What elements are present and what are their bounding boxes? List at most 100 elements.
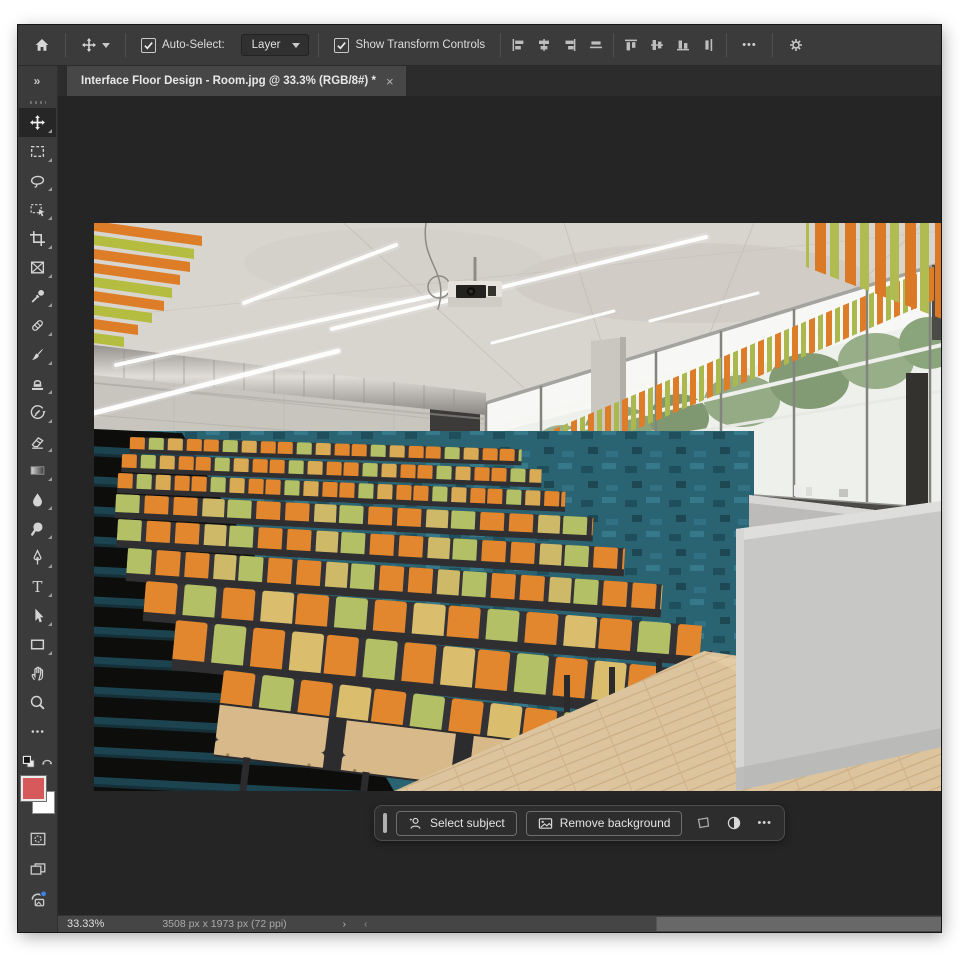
swap-colors-icon[interactable] xyxy=(40,755,54,769)
sync-updates-button[interactable] xyxy=(19,884,56,914)
status-expand-icon[interactable]: › xyxy=(343,919,346,930)
quick-mask-button[interactable] xyxy=(19,824,56,854)
photo-podium xyxy=(736,485,941,791)
zoom-level-field[interactable]: 33.33% xyxy=(67,918,104,930)
select-subject-label: Select subject xyxy=(430,816,505,830)
person-icon xyxy=(408,816,423,831)
tool-spot-healing-brush[interactable] xyxy=(19,311,56,340)
toolbar-expand-button[interactable]: » xyxy=(18,66,58,96)
eraser-tool-icon xyxy=(29,433,46,450)
close-tab-icon[interactable]: × xyxy=(386,74,394,89)
color-swatches xyxy=(21,776,55,816)
tool-clone-stamp[interactable] xyxy=(19,369,56,398)
tool-pen[interactable] xyxy=(19,543,56,572)
distribute-vertical-centers-icon[interactable] xyxy=(701,37,717,53)
auto-select-target-dropdown[interactable]: Layer xyxy=(241,34,310,56)
separator xyxy=(65,33,66,57)
tool-path-selection[interactable] xyxy=(19,601,56,630)
gear-icon xyxy=(788,37,804,53)
tool-rectangular-marquee[interactable] xyxy=(19,137,56,166)
align-buttons-group xyxy=(510,37,604,53)
move-tool-preset[interactable] xyxy=(75,30,116,60)
document-tab-strip: Interface Floor Design - Room.jpg @ 33.3… xyxy=(58,66,941,96)
distribute-horizontal-centers-icon[interactable] xyxy=(588,37,604,53)
foreground-color-swatch[interactable] xyxy=(21,776,46,801)
separator xyxy=(726,33,727,57)
screen-mode-button[interactable] xyxy=(19,854,56,884)
tool-brush[interactable] xyxy=(19,340,56,369)
auto-select-label: Auto-Select: xyxy=(162,39,225,51)
clone-stamp-tool-icon xyxy=(29,375,46,392)
contextual-task-bar: Select subject Remove background xyxy=(374,805,785,841)
auto-select-checkbox[interactable]: Auto-Select: xyxy=(135,30,231,60)
default-colors-icon[interactable] xyxy=(22,755,37,770)
move-tool-icon xyxy=(29,114,46,131)
tool-zoom[interactable] xyxy=(19,688,56,717)
separator xyxy=(318,33,319,57)
tool-dodge[interactable] xyxy=(19,514,56,543)
tool-edit-toolbar[interactable] xyxy=(19,717,56,746)
tool-lasso[interactable] xyxy=(19,166,56,195)
status-collapse-icon[interactable]: ‹ xyxy=(364,919,367,930)
show-transform-checkbox[interactable]: Show Transform Controls xyxy=(328,30,491,60)
align-left-edges-icon[interactable] xyxy=(510,37,526,53)
history-brush-tool-icon xyxy=(29,404,46,421)
align-top-edges-icon[interactable] xyxy=(623,37,639,53)
chevron-down-icon xyxy=(102,43,110,48)
tool-gradient[interactable] xyxy=(19,456,56,485)
document-canvas-area[interactable]: Select subject Remove background xyxy=(58,96,941,915)
image-icon xyxy=(538,816,553,831)
align-vertical-centers-icon[interactable] xyxy=(649,37,665,53)
document-tab[interactable]: Interface Floor Design - Room.jpg @ 33.3… xyxy=(67,66,406,96)
align-buttons-group-2 xyxy=(623,37,717,53)
adjustments-contrast-icon[interactable] xyxy=(726,815,742,831)
remove-background-label: Remove background xyxy=(560,816,671,830)
document-title: Interface Floor Design - Room.jpg @ 33.3… xyxy=(81,75,376,87)
show-transform-label: Show Transform Controls xyxy=(355,39,485,51)
tool-hand[interactable] xyxy=(19,659,56,688)
tool-move[interactable] xyxy=(19,108,56,137)
checkbox-checked-icon xyxy=(334,38,349,53)
panel-grip-icon[interactable] xyxy=(30,101,46,104)
separator xyxy=(772,33,773,57)
tool-blur[interactable] xyxy=(19,485,56,514)
quick-mask-icon xyxy=(29,830,47,848)
tool-crop[interactable] xyxy=(19,224,56,253)
home-button[interactable] xyxy=(28,30,56,60)
tool-eraser[interactable] xyxy=(19,427,56,456)
tool-type[interactable]: T xyxy=(19,572,56,601)
photoshop-window: Auto-Select: Layer Show Transform Contro… xyxy=(18,25,941,932)
tool-frame[interactable] xyxy=(19,253,56,282)
align-right-edges-icon[interactable] xyxy=(562,37,578,53)
more-options-button[interactable]: ••• xyxy=(736,30,763,60)
workspace-settings-button[interactable] xyxy=(782,30,810,60)
double-chevron-icon: » xyxy=(34,74,42,88)
zoom-tool-icon xyxy=(29,694,46,711)
svg-text:T: T xyxy=(33,578,43,595)
tool-history-brush[interactable] xyxy=(19,398,56,427)
tool-eyedropper[interactable] xyxy=(19,282,56,311)
pen-tool-icon xyxy=(29,549,46,566)
type-tool-icon: T xyxy=(29,578,46,595)
document-size-readout: 3508 px x 1973 px (72 ppi) xyxy=(162,918,286,930)
tool-object-selection[interactable] xyxy=(19,195,56,224)
document-canvas-photo[interactable] xyxy=(94,223,941,791)
tool-rectangle[interactable] xyxy=(19,630,56,659)
frame-tool-icon xyxy=(29,259,46,276)
hand-tool-icon xyxy=(29,665,46,682)
taskbar-more-button[interactable]: ••• xyxy=(757,817,772,829)
tools-panel: T xyxy=(18,96,58,932)
separator xyxy=(125,33,126,57)
ellipsis-icon xyxy=(29,723,46,740)
remove-background-button[interactable]: Remove background xyxy=(526,811,683,836)
status-bar: 33.33% 3508 px x 1973 px (72 ppi) › ‹ xyxy=(58,915,941,932)
align-horizontal-centers-icon[interactable] xyxy=(536,37,552,53)
taskbar-drag-handle[interactable] xyxy=(383,813,387,833)
horizontal-scrollbar-thumb[interactable] xyxy=(656,917,941,931)
object-selection-tool-icon xyxy=(29,201,46,218)
align-bottom-edges-icon[interactable] xyxy=(675,37,691,53)
transform-icon[interactable] xyxy=(695,815,711,831)
lasso-tool-icon xyxy=(29,172,46,189)
select-subject-button[interactable]: Select subject xyxy=(396,811,517,836)
eyedropper-tool-icon xyxy=(29,288,46,305)
